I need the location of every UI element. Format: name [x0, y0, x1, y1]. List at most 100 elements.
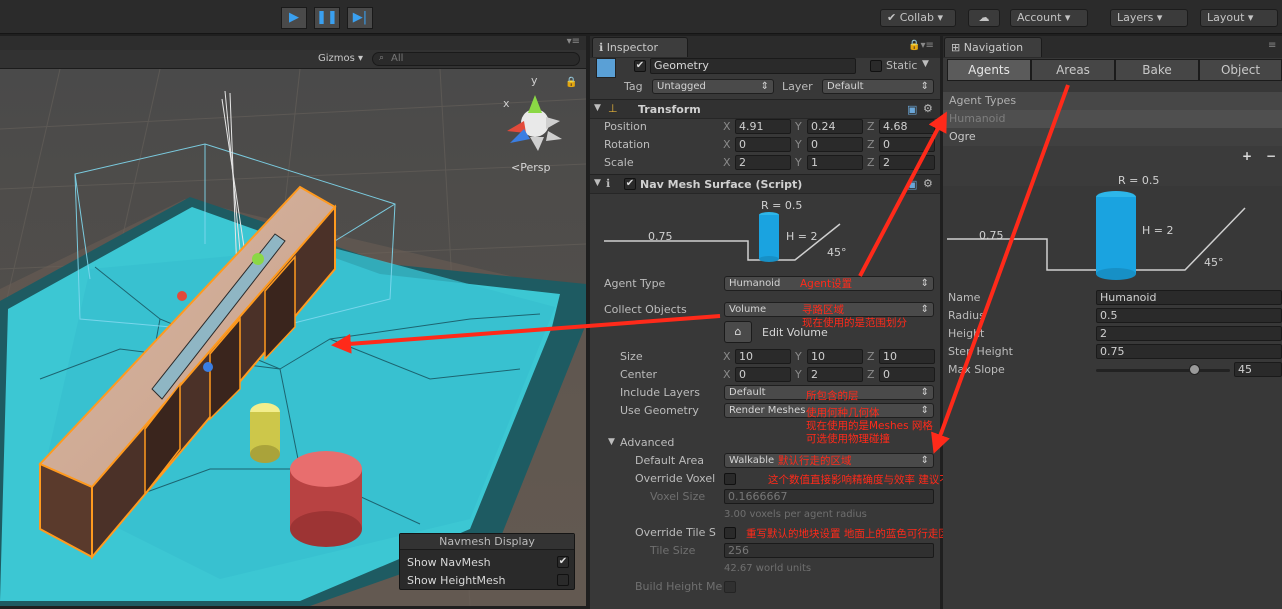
navmesh-surface-header[interactable]: ▼ ℹ ✔ Nav Mesh Surface (Script) ▣ ⚙	[590, 174, 940, 194]
cloud-icon[interactable]: ☁	[968, 9, 1000, 27]
position-y-field[interactable]: 0.24	[807, 119, 863, 134]
override-voxel-checkbox[interactable]	[724, 473, 736, 485]
axis-x-label: x	[503, 97, 510, 110]
scene-viewport[interactable]: y x 🔒 <Persp Navmesh Display Show NavMes…	[0, 69, 586, 606]
tab-agents[interactable]: Agents	[947, 59, 1031, 81]
scale-z-field[interactable]: 2	[879, 155, 935, 170]
agent-height-field[interactable]: 2	[1096, 326, 1282, 341]
object-name-field[interactable]: Geometry	[650, 58, 856, 74]
help-icon[interactable]: ▣	[907, 178, 917, 191]
agent-name-field[interactable]: Humanoid	[1096, 290, 1282, 305]
scene-search-input[interactable]: ⌕ All	[372, 52, 580, 66]
max-slope-slider-track[interactable]	[1096, 369, 1230, 372]
max-slope-label: Max Slope	[948, 363, 1005, 376]
rotation-x-field[interactable]: 0	[735, 137, 791, 152]
radius-label: Radius	[948, 309, 985, 322]
axis-y-label: y	[531, 74, 538, 87]
size-z-field[interactable]: 10	[879, 349, 935, 364]
foldout-arrow-icon[interactable]: ▼	[608, 437, 615, 447]
scale-x-field[interactable]: 2	[735, 155, 791, 170]
edit-volume-button[interactable]: ⌂	[724, 321, 752, 343]
static-checkbox[interactable]	[870, 60, 882, 72]
advanced-label: Advanced	[620, 436, 675, 449]
scale-y-field[interactable]: 1	[807, 155, 863, 170]
tile-size-field[interactable]: 256	[724, 543, 934, 558]
static-dropdown-icon[interactable]: ▼	[922, 59, 929, 69]
show-navmesh-checkbox[interactable]: ✔	[557, 556, 569, 568]
tag-dropdown[interactable]: Untagged ⇕	[652, 79, 774, 94]
voxel-hint: 3.00 voxels per agent radius	[724, 509, 867, 520]
rotation-label: Rotation	[604, 138, 651, 151]
layout-dropdown[interactable]: Layout ▾	[1200, 9, 1278, 27]
diagram-height: H = 2	[1142, 224, 1174, 237]
step-button[interactable]: ▶|	[347, 7, 373, 29]
scene-tab-bar: ▾≡	[0, 36, 586, 50]
play-button[interactable]: ▶	[281, 7, 307, 29]
agent-type-ogre[interactable]: Ogre	[943, 128, 1282, 146]
add-agent-button[interactable]: +	[1242, 149, 1252, 163]
tab-object[interactable]: Object	[1199, 59, 1282, 81]
account-dropdown[interactable]: Account ▾	[1010, 9, 1088, 27]
tab-areas[interactable]: Areas	[1031, 59, 1115, 81]
size-y-field[interactable]: 10	[807, 349, 863, 364]
menu-icon[interactable]: ▾≡	[567, 36, 580, 47]
override-tile-checkbox[interactable]	[724, 527, 736, 539]
lock-icon[interactable]: 🔒	[565, 77, 577, 88]
tab-navigation[interactable]: ⊞ Navigation	[944, 37, 1042, 57]
gizmos-dropdown[interactable]: Gizmos ▾	[318, 53, 363, 64]
script-icon: ℹ	[606, 177, 611, 190]
rotation-z-field[interactable]: 0	[879, 137, 935, 152]
tab-inspector[interactable]: ℹ Inspector	[592, 37, 688, 57]
include-layers-label: Include Layers	[620, 386, 700, 399]
static-label: Static	[886, 59, 918, 72]
show-navmesh-label: Show NavMesh	[407, 556, 491, 569]
position-z-field[interactable]: 4.68	[879, 119, 935, 134]
override-voxel-label: Override Voxel	[635, 472, 716, 485]
remove-agent-button[interactable]: −	[1266, 149, 1276, 163]
agent-radius-field[interactable]: 0.5	[1096, 308, 1282, 323]
inspector-panel: ℹ Inspector 🔒▾≡ ✔ Geometry Static ▼ Tag …	[590, 36, 1155, 609]
rotation-y-field[interactable]: 0	[807, 137, 863, 152]
transform-header[interactable]: ▼ ⊥ Transform ▣ ⚙	[590, 99, 940, 119]
note-layers: 所包含的层	[806, 390, 859, 402]
edit-volume-label: Edit Volume	[762, 326, 828, 339]
lock-icon[interactable]: 🔒▾≡	[908, 40, 934, 51]
override-tile-label: Override Tile S	[635, 526, 716, 539]
agent-type-humanoid[interactable]: Humanoid	[943, 110, 1282, 128]
note-geometry-3: 可选使用物理碰撞	[806, 433, 890, 445]
center-z-field[interactable]: 0	[879, 367, 935, 382]
voxel-size-field[interactable]: 0.1666667	[724, 489, 934, 504]
gear-icon[interactable]: ⚙	[923, 102, 933, 115]
gear-icon[interactable]: ⚙	[923, 177, 933, 190]
active-checkbox[interactable]: ✔	[634, 60, 646, 72]
size-x-field[interactable]: 10	[735, 349, 791, 364]
collab-button[interactable]: ✔ Collab ▾	[880, 9, 956, 27]
component-enabled-checkbox[interactable]: ✔	[624, 178, 636, 190]
pause-button[interactable]: ❚❚	[314, 7, 340, 29]
tab-bake[interactable]: Bake	[1115, 59, 1199, 81]
position-label: Position	[604, 120, 647, 133]
max-slope-field[interactable]: 45	[1234, 362, 1282, 377]
gameobject-cube-icon	[596, 58, 616, 78]
diagram-radius: R = 0.5	[761, 199, 803, 212]
build-height-checkbox[interactable]	[724, 581, 736, 593]
layer-dropdown[interactable]: Default ⇕	[822, 79, 934, 94]
center-x-field[interactable]: 0	[735, 367, 791, 382]
layers-dropdown[interactable]: Layers ▾	[1110, 9, 1188, 27]
navigation-icon: ⊞	[951, 41, 961, 54]
position-x-field[interactable]: 4.91	[735, 119, 791, 134]
diagram-step: 0.75	[979, 229, 1004, 242]
center-y-field[interactable]: 2	[807, 367, 863, 382]
transform-axis-icon: ⊥	[608, 102, 618, 115]
check-icon: ✔	[887, 11, 897, 24]
menu-icon[interactable]: ≡	[1268, 40, 1276, 51]
layer-label: Layer	[782, 80, 813, 93]
step-height-field[interactable]: 0.75	[1096, 344, 1282, 359]
use-geometry-label: Use Geometry	[620, 404, 699, 417]
max-slope-slider-thumb[interactable]	[1189, 364, 1200, 375]
navmesh-display-panel: Navmesh Display Show NavMesh ✔ Show Heig…	[399, 533, 575, 590]
persp-label[interactable]: <Persp	[511, 161, 550, 174]
show-heightmesh-checkbox[interactable]	[557, 574, 569, 586]
scene-render	[0, 69, 586, 606]
help-icon[interactable]: ▣	[907, 103, 917, 116]
